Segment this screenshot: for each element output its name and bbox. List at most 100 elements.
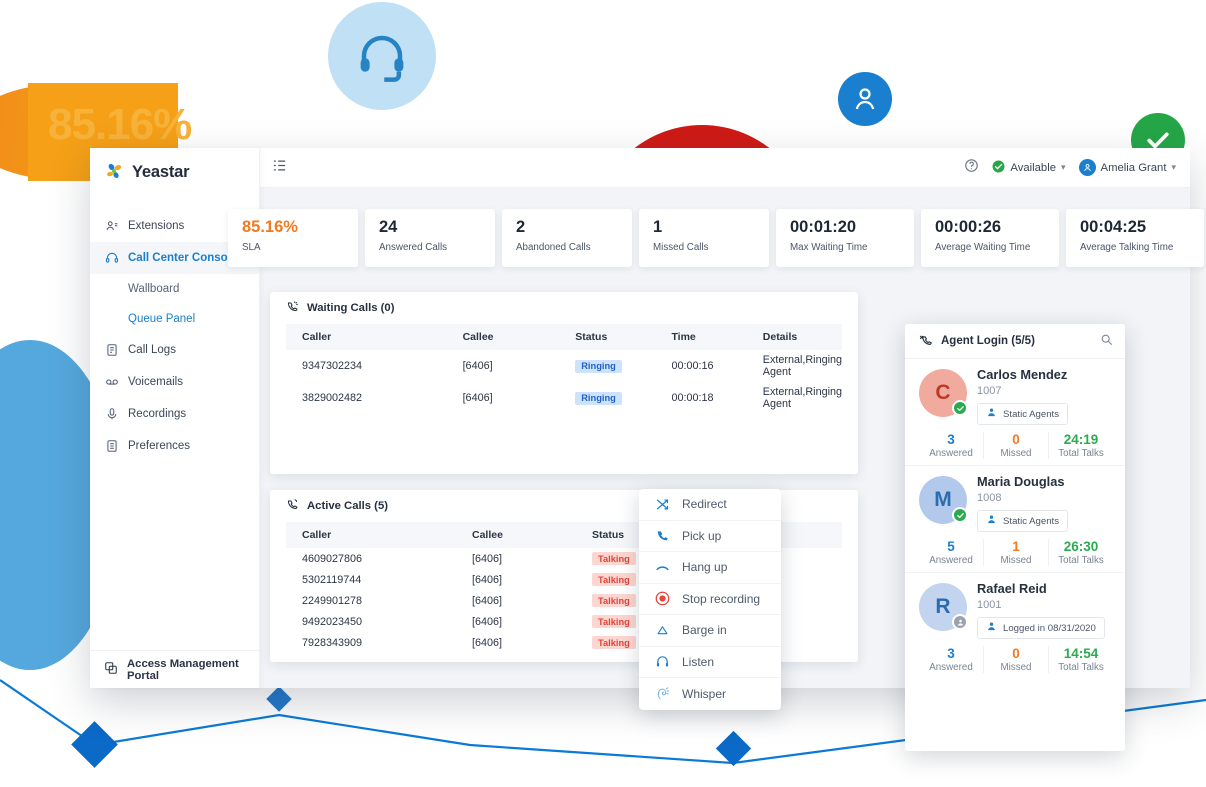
sidebar-item-queue-panel[interactable]: Queue Panel bbox=[90, 304, 259, 334]
agent-name: Rafael Reid bbox=[977, 581, 1047, 596]
stat-label: Answered bbox=[929, 662, 973, 673]
cell-status: Ringing bbox=[559, 350, 655, 382]
context-menu-item-listen[interactable]: Listen bbox=[639, 647, 781, 678]
agent-login-panel: Agent Login (5/5) C Carlos Mendez 1007 S… bbox=[905, 324, 1125, 751]
agent-info: Carlos Mendez 1007 Static Agents bbox=[977, 365, 1113, 425]
context-menu-item-pick-up[interactable]: Pick up bbox=[639, 521, 781, 552]
kpi-card-abandoned-calls: 2 Abandoned Calls bbox=[502, 209, 632, 267]
stat-label: Missed bbox=[1000, 448, 1032, 459]
sidebar-item-preferences[interactable]: Preferences bbox=[90, 430, 259, 462]
stat-label: Answered bbox=[929, 448, 973, 459]
context-menu-item-hang-up[interactable]: Hang up bbox=[639, 552, 781, 584]
column-header: Callee bbox=[456, 522, 576, 548]
context-menu-item-barge-in[interactable]: Barge in bbox=[639, 615, 781, 647]
stat-missed: 0 Missed bbox=[983, 646, 1048, 673]
hamburger-menu-icon[interactable] bbox=[272, 158, 287, 178]
agent-card[interactable]: M Maria Douglas 1008 Static Agents 5 Ans… bbox=[905, 465, 1125, 572]
sidebar-item-label: Recordings bbox=[128, 408, 187, 420]
sidebar-item-label: Extensions bbox=[128, 220, 185, 232]
context-menu-item-stop-recording[interactable]: Stop recording bbox=[639, 584, 781, 615]
sidebar-item-label: Voicemails bbox=[128, 376, 183, 388]
sidebar-item-wallboard[interactable]: Wallboard bbox=[90, 274, 259, 304]
cell-caller: 2249901278 bbox=[302, 594, 363, 607]
kpi-label: Average Talking Time bbox=[1080, 241, 1174, 253]
agent-card-top: C Carlos Mendez 1007 Static Agents bbox=[919, 365, 1113, 425]
agent-type-label: Logged in 08/31/2020 bbox=[1003, 622, 1096, 634]
kpi-value: 2 bbox=[516, 218, 526, 236]
chevron-down-icon: ▾ bbox=[1061, 162, 1066, 172]
user-name-label: Amelia Grant bbox=[1100, 161, 1167, 174]
table-row[interactable]: 9347302234 [6406] Ringing 00:00:16 Exter… bbox=[286, 350, 842, 382]
context-menu-item-label: Redirect bbox=[682, 497, 727, 512]
headset-icon bbox=[104, 251, 119, 266]
agent-type-tag: Static Agents bbox=[977, 510, 1068, 532]
screenshot-root: 85.16% Yeastar Extensions Call Center Co… bbox=[0, 0, 1206, 787]
cell-caller: 9347302234 bbox=[302, 360, 363, 372]
agent-extension: 1007 bbox=[977, 385, 1002, 397]
table-header-row: Caller Callee Status Time Details bbox=[286, 324, 842, 350]
table-row[interactable]: 3829002482 [6406] Ringing 00:00:18 Exter… bbox=[286, 382, 842, 414]
help-icon[interactable] bbox=[964, 158, 979, 178]
agent-type-tag: Logged in 08/31/2020 bbox=[977, 617, 1105, 639]
agent-card-top: R Rafael Reid 1001 Logged in 08/31/2020 bbox=[919, 579, 1113, 639]
access-management-portal-link[interactable]: Access Management Portal bbox=[90, 650, 259, 688]
agent-type-label: Static Agents bbox=[1003, 408, 1059, 420]
agent-card[interactable]: C Carlos Mendez 1007 Static Agents 3 Ans… bbox=[905, 358, 1125, 465]
kpi-value: 00:01:20 bbox=[790, 218, 857, 236]
cell-caller: 7928343909 bbox=[302, 636, 363, 649]
kpi-label: Answered Calls bbox=[379, 241, 448, 253]
agent-group-icon bbox=[986, 514, 997, 528]
agent-group-icon bbox=[986, 621, 997, 635]
cell-status: Ringing bbox=[559, 382, 655, 414]
stat-value: 0 bbox=[1012, 432, 1020, 447]
status-badge: Ringing bbox=[575, 391, 622, 405]
context-menu-item-redirect[interactable]: Redirect bbox=[639, 489, 781, 521]
user-menu[interactable]: Amelia Grant ▾ bbox=[1078, 159, 1176, 176]
search-icon[interactable] bbox=[1100, 333, 1113, 349]
context-menu-item-label: Whisper bbox=[682, 686, 727, 701]
barge-in-icon bbox=[655, 623, 670, 638]
cell-time: 00:00:16 bbox=[671, 360, 714, 372]
stat-answered: 3 Answered bbox=[919, 432, 983, 459]
cell-callee: [6406] bbox=[472, 552, 503, 565]
stat-value: 24:19 bbox=[1063, 432, 1099, 447]
access-management-portal-label: Access Management Portal bbox=[127, 657, 239, 682]
agent-card-top: M Maria Douglas 1008 Static Agents bbox=[919, 472, 1113, 532]
cell-details: External,Ringing Agent bbox=[762, 386, 842, 410]
agent-card[interactable]: R Rafael Reid 1001 Logged in 08/31/2020 bbox=[905, 572, 1125, 679]
availability-status-dropdown[interactable]: Available ▾ bbox=[992, 160, 1066, 176]
stat-value: 1 bbox=[1012, 539, 1020, 554]
yeastar-logo-icon bbox=[104, 161, 126, 183]
stat-label: Missed bbox=[1000, 662, 1032, 673]
kpi-label: Abandoned Calls bbox=[516, 241, 591, 253]
sidebar-item-recordings[interactable]: Recordings bbox=[90, 398, 259, 430]
cell-callee: [6406] bbox=[472, 573, 503, 586]
microphone-icon bbox=[104, 407, 119, 422]
agent-info: Rafael Reid 1001 Logged in 08/31/2020 bbox=[977, 579, 1113, 639]
sidebar-item-label: Preferences bbox=[128, 440, 191, 452]
status-badge: Talking bbox=[592, 552, 636, 565]
availability-status-label: Available bbox=[1010, 161, 1056, 174]
extensions-icon bbox=[104, 219, 119, 234]
whisper-icon bbox=[655, 686, 670, 701]
agent-login-header: Agent Login (5/5) bbox=[905, 324, 1125, 358]
stat-value: 0 bbox=[1012, 646, 1020, 661]
context-menu-item-whisper[interactable]: Whisper bbox=[639, 678, 781, 710]
agent-info: Maria Douglas 1008 Static Agents bbox=[977, 472, 1113, 532]
kpi-card-missed-calls: 1 Missed Calls bbox=[639, 209, 769, 267]
stat-label: Total Talks bbox=[1058, 662, 1104, 673]
agent-name: Carlos Mendez bbox=[977, 367, 1068, 382]
sidebar-item-voicemails[interactable]: Voicemails bbox=[90, 366, 259, 398]
status-indicator-offline bbox=[952, 614, 968, 630]
brand-name: Yeastar bbox=[132, 162, 190, 181]
sidebar-item-call-logs[interactable]: Call Logs bbox=[90, 334, 259, 366]
kpi-card-average-waiting-time: 00:00:26 Average Waiting Time bbox=[921, 209, 1059, 267]
avatar bbox=[1078, 159, 1096, 176]
kpi-value: 1 bbox=[653, 218, 663, 236]
call-logs-icon bbox=[104, 343, 119, 358]
agent-group-icon bbox=[986, 407, 997, 421]
agent-stats: 3 Answered 0 Missed 24:19 Total Talks bbox=[919, 432, 1113, 459]
agent-type-tag: Static Agents bbox=[977, 403, 1068, 425]
context-menu-item-label: Listen bbox=[682, 654, 715, 669]
column-header: Caller bbox=[286, 522, 456, 548]
